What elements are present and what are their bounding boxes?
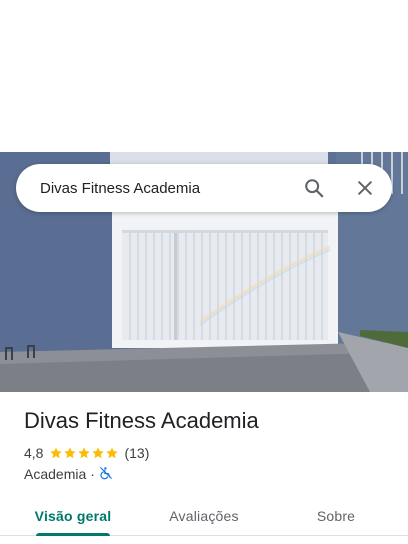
- rating-stars: [49, 446, 119, 460]
- close-icon[interactable]: [352, 175, 378, 201]
- wheelchair-not-accessible-icon: [99, 466, 113, 483]
- review-count[interactable]: (13): [124, 445, 149, 461]
- tab-bar: Visão geral Avaliações Sobre: [0, 496, 408, 536]
- star-icon: [78, 447, 91, 459]
- star-icon: [92, 447, 105, 459]
- star-icon: [50, 447, 63, 459]
- search-bar[interactable]: Divas Fitness Academia: [16, 164, 392, 212]
- active-tab-indicator: [36, 533, 110, 536]
- star-icon: [64, 447, 77, 459]
- separator-dot: ·: [90, 466, 95, 482]
- search-icon[interactable]: [301, 175, 327, 201]
- rating-value: 4,8: [24, 445, 44, 461]
- search-input[interactable]: Divas Fitness Academia: [40, 180, 301, 197]
- place-title: Divas Fitness Academia: [24, 408, 259, 433]
- rating-row[interactable]: 4,8 (13): [24, 444, 149, 462]
- tab-overview[interactable]: Visão geral: [24, 496, 122, 536]
- tab-about[interactable]: Sobre: [300, 496, 372, 536]
- place-category: Academia: [24, 466, 87, 482]
- star-icon: [106, 447, 119, 459]
- category-row: Academia ·: [24, 465, 113, 483]
- tab-reviews[interactable]: Avaliações: [154, 496, 254, 536]
